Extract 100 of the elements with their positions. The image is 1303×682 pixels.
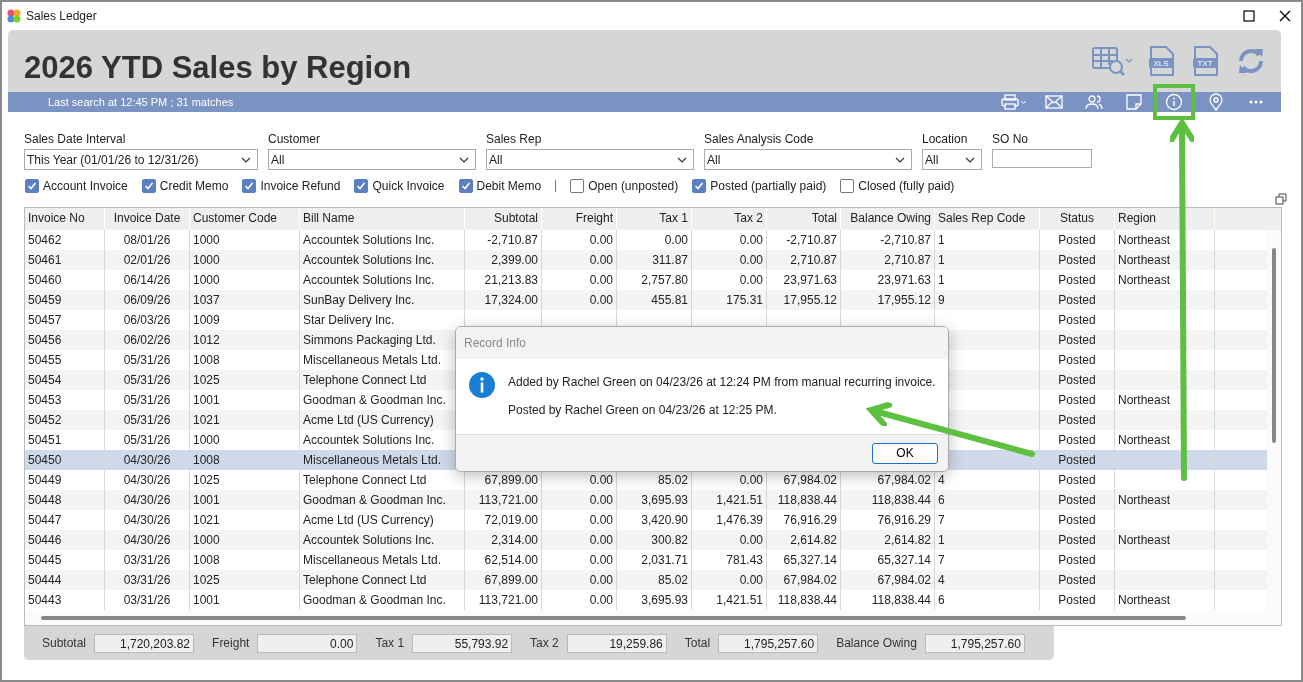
table-cell: 1000 [193, 433, 220, 447]
table-cell: Posted [1058, 393, 1096, 407]
table-cell: Telephone Connect Ltd [303, 473, 427, 487]
table-cell: 175.31 [726, 293, 763, 307]
table-cell: Acme Ltd (US Currency) [303, 513, 434, 527]
table-cell: 0.00 [589, 473, 613, 487]
table-cell: 3,695.93 [641, 493, 688, 507]
table-cell: 50460 [28, 273, 62, 287]
table-cell: 0.00 [589, 253, 613, 267]
table-cell: 04/30/26 [123, 493, 171, 507]
table-cell: 300.82 [651, 533, 688, 547]
table-cell: 76,916.29 [877, 513, 931, 527]
table-cell: Star Delivery Inc. [303, 313, 395, 327]
table-cell: 6 [938, 593, 945, 607]
table-cell: -2,710.87 [880, 233, 931, 247]
table-cell: 0.00 [589, 293, 613, 307]
table-cell: 455.81 [651, 293, 688, 307]
table-cell: -2,710.87 [487, 233, 538, 247]
table-cell: 0.00 [664, 233, 688, 247]
table-cell: 0.00 [589, 233, 613, 247]
total-label: Freight [212, 636, 250, 650]
table-cell: Northeast [1118, 433, 1171, 447]
table-cell: 1,421.51 [716, 493, 763, 507]
table-cell: 1001 [193, 393, 220, 407]
table-cell: 1008 [193, 453, 220, 467]
table-cell: 50448 [28, 493, 62, 507]
table-cell: Posted [1058, 533, 1096, 547]
table-cell: 23,971.63 [783, 273, 837, 287]
table-cell: 62,514.00 [484, 553, 538, 567]
table-cell: 08/01/26 [123, 233, 171, 247]
table-cell: 72,019.00 [484, 513, 538, 527]
table-cell: 04/30/26 [123, 473, 171, 487]
table-cell: 06/03/26 [123, 313, 171, 327]
table-cell: 05/31/26 [123, 353, 171, 367]
table-cell: 50454 [28, 373, 62, 387]
table-cell: 2,399.00 [491, 253, 538, 267]
total-label: Subtotal [42, 636, 87, 650]
table-cell: -2,710.87 [786, 233, 837, 247]
table-cell: 17,324.00 [484, 293, 538, 307]
table-cell: 4 [938, 573, 945, 587]
table-cell: 1001 [193, 493, 220, 507]
table-cell: 50450 [28, 453, 62, 467]
table-cell: 118,838.44 [871, 593, 931, 607]
table-cell: 118,838.44 [777, 493, 837, 507]
table-cell: Northeast [1118, 253, 1171, 267]
table-cell: 7 [938, 553, 945, 567]
table-cell: 1025 [193, 573, 220, 587]
table-cell: Posted [1058, 253, 1096, 267]
table-cell: Posted [1058, 293, 1096, 307]
table-cell: 781.43 [726, 553, 763, 567]
table-cell: 1000 [193, 533, 220, 547]
dialog-title: Record Info [456, 327, 948, 359]
table-cell: 1,421.51 [716, 593, 763, 607]
table-cell: 1000 [193, 253, 220, 267]
table-cell: 23,971.63 [877, 273, 931, 287]
table-cell: 50445 [28, 553, 62, 567]
filter-label: Sales Analysis Code [704, 132, 815, 146]
table-cell: Posted [1058, 473, 1096, 487]
table-cell: 311.87 [652, 253, 688, 267]
dialog-message: Posted by Rachel Green on 04/23/26 at 12:25 PM. [508, 403, 778, 417]
table-cell: 2,614.82 [790, 533, 837, 547]
table-cell: 50453 [28, 393, 62, 407]
table-cell: Posted [1058, 313, 1096, 327]
total-field: 55,793.92 [412, 633, 513, 653]
table-cell: 67,984.02 [877, 573, 931, 587]
total-field: 1,795,257.60 [718, 633, 819, 653]
table-cell: 03/31/26 [123, 593, 171, 607]
table-cell: 50459 [28, 293, 62, 307]
table-cell: Telephone Connect Ltd [303, 573, 427, 587]
total-label: Total [684, 636, 711, 650]
table-cell: Accountek Solutions Inc. [303, 273, 435, 287]
table-cell: 21,213.83 [484, 273, 538, 287]
table-cell: Goodman & Goodman Inc. [303, 493, 446, 507]
table-cell: 2,710.87 [884, 253, 931, 267]
table-cell: 1037 [193, 293, 220, 307]
table-cell: Posted [1058, 573, 1096, 587]
table-cell: Accountek Solutions Inc. [303, 433, 435, 447]
table-cell: Accountek Solutions Inc. [303, 533, 435, 547]
table-cell: 0.00 [589, 553, 613, 567]
table-cell: 0.00 [589, 533, 613, 547]
filter-label: SO No [992, 132, 1029, 146]
table-cell: 65,327.14 [877, 553, 931, 567]
table-cell: 0.00 [739, 573, 763, 587]
table-cell: 118,838.44 [871, 493, 931, 507]
table-cell: Posted [1058, 413, 1096, 427]
table-cell: Posted [1058, 513, 1096, 527]
table-cell: 50443 [28, 593, 62, 607]
table-cell: 85.02 [657, 473, 688, 487]
table-cell: 0.00 [589, 273, 613, 287]
filter-label: Customer [268, 132, 321, 146]
table-cell: 2,710.87 [790, 253, 837, 267]
table-cell: Posted [1058, 553, 1096, 567]
table-cell: 03/31/26 [123, 573, 171, 587]
table-cell: 2,031.71 [641, 553, 688, 567]
table-cell: 1021 [193, 413, 220, 427]
table-cell: Northeast [1118, 233, 1171, 247]
table-cell: 0.00 [739, 473, 763, 487]
table-cell: 06/02/26 [123, 333, 171, 347]
table-cell: 50452 [28, 413, 62, 427]
report-title: 2026 YTD Sales by Region [24, 50, 412, 86]
